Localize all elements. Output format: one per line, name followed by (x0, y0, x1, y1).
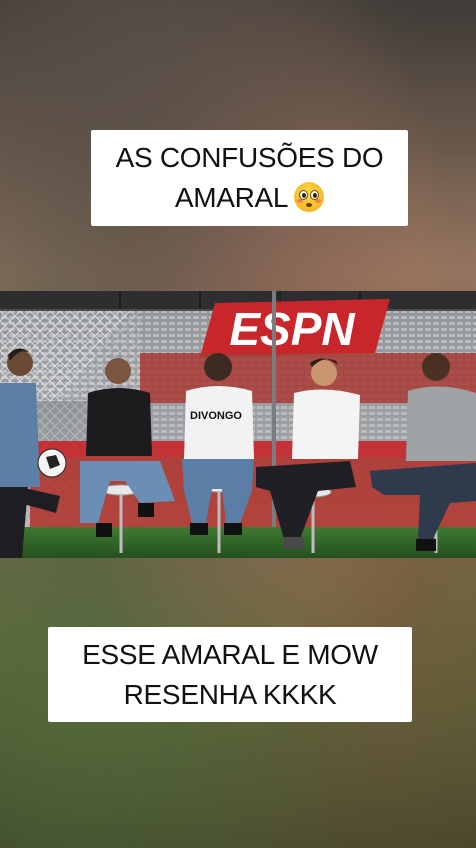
caption-bottom-line-1: ESSE AMARAL E MOW (82, 638, 378, 670)
caption-top: AS CONFUSÕES DO AMARAL (91, 130, 408, 226)
caption-top-line-2-text: AMARAL (174, 182, 289, 213)
story-screen: AS CONFUSÕES DO AMARAL ESPN DIVONGO ESSE… (0, 0, 476, 848)
video-frame[interactable]: ESPN DIVONGO (0, 291, 476, 558)
shirt-text: DIVONGO (190, 410, 242, 422)
espn-logo: ESPN (200, 299, 390, 357)
espn-logo-text: ESPN (229, 303, 355, 355)
studio-scene: ESPN DIVONGO (0, 291, 476, 558)
caption-top-line-2: AMARAL (174, 178, 325, 218)
caption-bottom: ESSE AMARAL E MOW RESENHA KKKK (48, 627, 412, 722)
caption-top-line-1: AS CONFUSÕES DO (115, 142, 384, 173)
flushed-face-emoji-icon (294, 182, 325, 212)
caption-bottom-line-2: RESENHA KKKK (123, 678, 337, 710)
